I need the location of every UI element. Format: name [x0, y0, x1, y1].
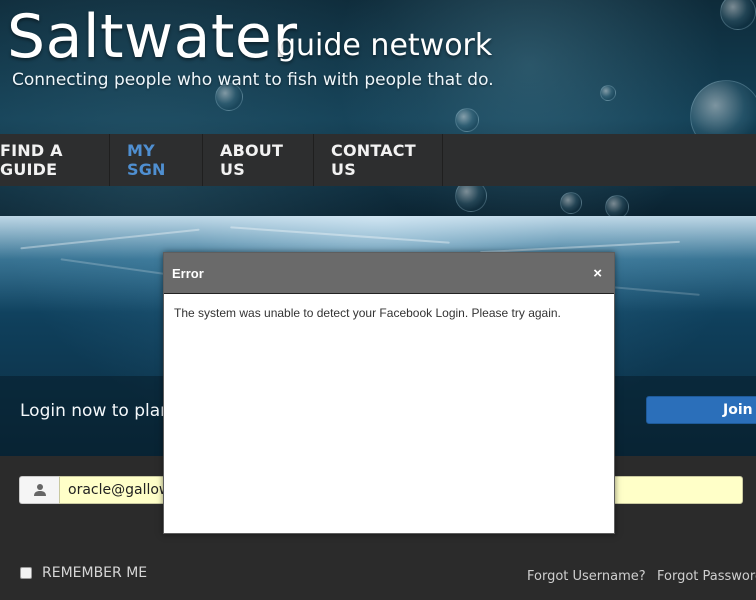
forgot-password-link[interactable]: Forgot Password? [657, 569, 756, 584]
remember-me-label: REMEMBER ME [42, 565, 148, 581]
brand-logo-sub[interactable]: guide network [277, 28, 492, 63]
bubble-decoration [605, 195, 629, 216]
site-tagline: Connecting people who want to fish with … [12, 70, 494, 90]
bubble-decoration [720, 0, 756, 30]
bubble-decoration [600, 85, 616, 101]
user-icon [19, 476, 59, 504]
bubble-decoration [455, 108, 479, 132]
dialog-title: Error [172, 265, 204, 281]
nav-item-my-sgn[interactable]: MY SGN [110, 134, 203, 186]
close-icon[interactable]: × [593, 266, 602, 281]
join-button[interactable]: Join u [646, 396, 756, 424]
main-nav: FIND A GUIDE MY SGN ABOUT US CONTACT US [0, 134, 756, 186]
nav-item-find-a-guide[interactable]: FIND A GUIDE [0, 134, 110, 186]
brand-logo-main[interactable]: Saltwater [7, 2, 298, 72]
remember-me[interactable]: REMEMBER ME [20, 565, 147, 581]
light-ripple [20, 228, 200, 250]
forgot-username-link[interactable]: Forgot Username? [527, 569, 646, 584]
error-dialog: Error × The system was unable to detect … [163, 252, 615, 534]
light-ripple [230, 226, 450, 244]
nav-item-about-us[interactable]: ABOUT US [203, 134, 314, 186]
nav-item-contact-us[interactable]: CONTACT US [314, 134, 443, 186]
login-prompt-text: Login now to plan [20, 401, 171, 421]
remember-me-checkbox[interactable] [20, 567, 32, 579]
dialog-header: Error × [164, 253, 614, 294]
bubble-decoration [560, 192, 582, 214]
dialog-message: The system was unable to detect your Fac… [174, 306, 561, 320]
